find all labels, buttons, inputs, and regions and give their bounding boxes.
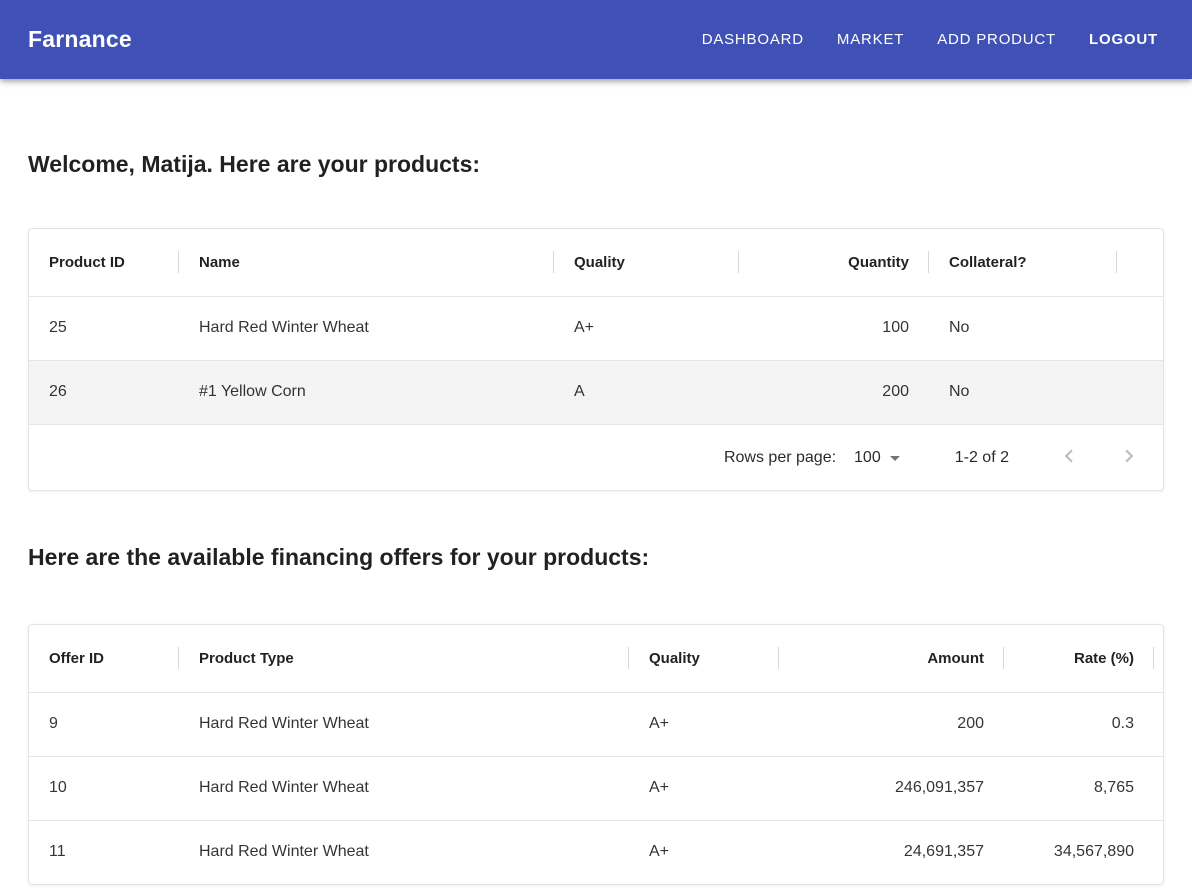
spacer-cell xyxy=(1117,229,1163,296)
col-header-quality[interactable]: Quality xyxy=(554,229,739,296)
table-row: 10 Hard Red Winter Wheat A+ 246,091,357 … xyxy=(29,756,1163,820)
spacer-cell xyxy=(1154,692,1163,756)
nav-item-market[interactable]: MARKET xyxy=(837,31,904,48)
col-header-product-id[interactable]: Product ID xyxy=(29,229,179,296)
chevron-right-icon xyxy=(1116,443,1142,472)
cell-rate: 8,765 xyxy=(1004,756,1154,820)
products-heading: Welcome, Matija. Here are your products: xyxy=(28,150,1164,178)
cell-product-type: Hard Red Winter Wheat xyxy=(179,820,629,884)
cell-offer-id: 11 xyxy=(29,820,179,884)
cell-product-type: Hard Red Winter Wheat xyxy=(179,692,629,756)
cell-collateral: No xyxy=(929,360,1117,424)
nav-item-add-product[interactable]: ADD PRODUCT xyxy=(937,31,1056,48)
col-header-rate[interactable]: Rate (%) xyxy=(1004,625,1154,692)
table-row: 11 Hard Red Winter Wheat A+ 24,691,357 3… xyxy=(29,820,1163,884)
pagination-range: 1-2 of 2 xyxy=(955,449,1009,467)
offers-header-row: Offer ID Product Type Quality Amount Rat… xyxy=(29,625,1163,692)
cell-amount: 200 xyxy=(779,692,1004,756)
cell-quality: A+ xyxy=(629,756,779,820)
spacer-cell xyxy=(1154,820,1163,884)
products-table-card: Product ID Name Quality Quantity Collate… xyxy=(28,228,1164,491)
page-content: Welcome, Matija. Here are your products:… xyxy=(0,150,1192,885)
col-header-quantity[interactable]: Quantity xyxy=(739,229,929,296)
cell-rate: 0.3 xyxy=(1004,692,1154,756)
cell-quality: A+ xyxy=(629,820,779,884)
cell-collateral: No xyxy=(929,296,1117,360)
spacer-cell xyxy=(1117,296,1163,360)
brand-logo: Farnance xyxy=(28,26,132,53)
offers-table: Offer ID Product Type Quality Amount Rat… xyxy=(29,625,1163,884)
spacer-cell xyxy=(1117,360,1163,424)
table-row: 9 Hard Red Winter Wheat A+ 200 0.3 xyxy=(29,692,1163,756)
caret-down-icon xyxy=(881,446,907,470)
chevron-left-icon xyxy=(1056,443,1082,472)
col-header-offer-id[interactable]: Offer ID xyxy=(29,625,179,692)
previous-page-button[interactable] xyxy=(1045,434,1093,482)
offers-heading: Here are the available financing offers … xyxy=(28,543,1164,571)
nav-item-dashboard[interactable]: DASHBOARD xyxy=(702,31,804,48)
next-page-button[interactable] xyxy=(1105,434,1153,482)
rows-per-page-value: 100 xyxy=(854,449,881,467)
col-header-quality[interactable]: Quality xyxy=(629,625,779,692)
cell-quantity: 200 xyxy=(739,360,929,424)
spacer-cell xyxy=(1154,756,1163,820)
products-header-row: Product ID Name Quality Quantity Collate… xyxy=(29,229,1163,296)
cell-product-id: 25 xyxy=(29,296,179,360)
rows-per-page-select[interactable]: 100 xyxy=(854,446,907,470)
nav-item-logout[interactable]: LOGOUT xyxy=(1089,31,1158,48)
cell-quality: A xyxy=(554,360,739,424)
cell-rate: 34,567,890 xyxy=(1004,820,1154,884)
cell-product-type: Hard Red Winter Wheat xyxy=(179,756,629,820)
cell-name: #1 Yellow Corn xyxy=(179,360,554,424)
rows-per-page-label: Rows per page: xyxy=(724,449,836,467)
offers-table-card: Offer ID Product Type Quality Amount Rat… xyxy=(28,624,1164,885)
nav-links: DASHBOARD MARKET ADD PRODUCT LOGOUT xyxy=(702,31,1158,48)
table-row: 25 Hard Red Winter Wheat A+ 100 No xyxy=(29,296,1163,360)
col-header-name[interactable]: Name xyxy=(179,229,554,296)
spacer-cell xyxy=(1154,625,1163,692)
cell-quality: A+ xyxy=(629,692,779,756)
cell-offer-id: 9 xyxy=(29,692,179,756)
col-header-collateral[interactable]: Collateral? xyxy=(929,229,1117,296)
col-header-amount[interactable]: Amount xyxy=(779,625,1004,692)
products-table: Product ID Name Quality Quantity Collate… xyxy=(29,229,1163,424)
cell-name: Hard Red Winter Wheat xyxy=(179,296,554,360)
cell-product-id: 26 xyxy=(29,360,179,424)
app-bar: Farnance DASHBOARD MARKET ADD PRODUCT LO… xyxy=(0,0,1192,79)
cell-quality: A+ xyxy=(554,296,739,360)
table-row: 26 #1 Yellow Corn A 200 No xyxy=(29,360,1163,424)
cell-quantity: 100 xyxy=(739,296,929,360)
pagination: Rows per page: 100 1-2 of 2 xyxy=(29,424,1163,490)
cell-amount: 24,691,357 xyxy=(779,820,1004,884)
cell-offer-id: 10 xyxy=(29,756,179,820)
cell-amount: 246,091,357 xyxy=(779,756,1004,820)
col-header-product-type[interactable]: Product Type xyxy=(179,625,629,692)
